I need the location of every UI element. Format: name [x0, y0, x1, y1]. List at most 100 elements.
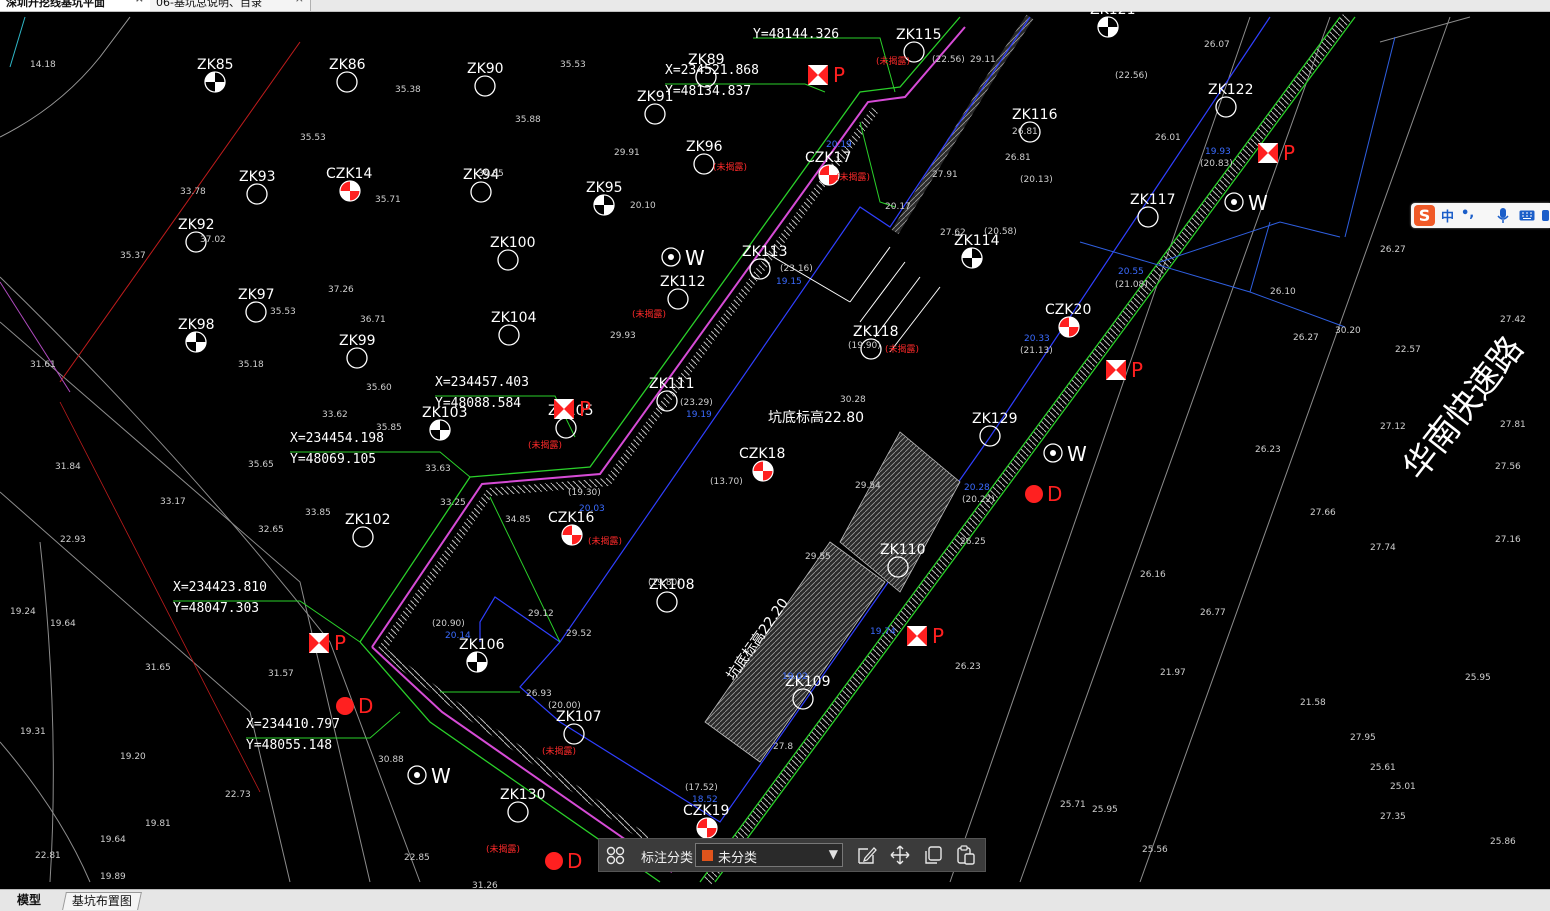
svg-text:26.81: 26.81: [1005, 153, 1031, 163]
pump-marker: P: [309, 631, 346, 655]
svg-text:26.27: 26.27: [1293, 333, 1319, 343]
svg-text:(未揭露): (未揭露): [713, 161, 747, 173]
tab-model[interactable]: 模型: [10, 892, 48, 909]
svg-text:25.01: 25.01: [1390, 782, 1416, 792]
cad-drawing[interactable]: ZK85 ZK86 ZK89ZK90ZK91ZK93 ZK94ZK95ZK96ZK92…: [0, 11, 1550, 889]
well-marker-dot: [414, 772, 420, 778]
paste-icon[interactable]: [955, 844, 977, 866]
probe-quadrant: [763, 461, 773, 471]
probe-czk19: CZK19: [683, 803, 729, 839]
ime-logo[interactable]: S: [1414, 205, 1435, 226]
ime-mode-toggle[interactable]: 中: [1441, 206, 1454, 225]
svg-text:(21.13): (21.13): [1020, 346, 1053, 356]
borehole-quadrant-fill: [594, 195, 604, 205]
probe-quadrant: [350, 181, 360, 191]
well-marker-letter: W: [1248, 191, 1268, 215]
pump-marker-letter: P: [579, 397, 591, 421]
keyboard-icon[interactable]: [1519, 210, 1535, 221]
borehole-label: ZK95: [586, 180, 623, 196]
close-icon[interactable]: ×: [295, 0, 304, 7]
borehole-symbol: [497, 249, 519, 271]
borehole-symbol: [693, 153, 715, 175]
svg-text:31.57: 31.57: [268, 669, 294, 679]
svg-text:36.85: 36.85: [478, 169, 504, 179]
svg-text:(20.58): (20.58): [984, 227, 1017, 237]
pit-bottom-label: 坑底标高22.80: [768, 409, 864, 426]
svg-text:25.56: 25.56: [1142, 845, 1168, 855]
probe-quadrant: [697, 828, 707, 838]
svg-text:35.85: 35.85: [376, 423, 402, 433]
annotation-category-label: 标注分类: [641, 851, 694, 866]
svg-text:(20.83): (20.83): [1200, 159, 1233, 169]
svg-text:26.77: 26.77: [1200, 608, 1226, 618]
borehole-quadrant-fill: [604, 205, 614, 215]
svg-text:(未揭露): (未揭露): [836, 171, 870, 183]
edit-icon[interactable]: [856, 844, 878, 866]
svg-text:27.91: 27.91: [932, 170, 958, 180]
tab-foundation-layout[interactable]: 基坑布置图: [62, 892, 142, 910]
borehole-quadrant-fill: [467, 652, 477, 662]
coordinate-text: X=234521.868: [665, 63, 759, 78]
borehole-symbol: [474, 75, 496, 97]
settings-icon[interactable]: [1541, 209, 1550, 222]
move-icon[interactable]: [889, 844, 911, 866]
ime-punctuation-toggle[interactable]: •,: [1461, 206, 1474, 221]
borehole-zk93: ZK93: [239, 169, 276, 205]
svg-text:19.81: 19.81: [145, 819, 171, 829]
doc-tab-foundation-plan[interactable]: 深圳开挖线基坑平面 ×: [0, 0, 151, 11]
svg-text:26.25: 26.25: [960, 537, 986, 547]
microphone-icon[interactable]: [1497, 208, 1509, 224]
svg-text:30.88: 30.88: [378, 755, 404, 765]
svg-text:26.23: 26.23: [1255, 445, 1281, 455]
svg-text:20.03: 20.03: [579, 504, 605, 514]
borehole-zk99: ZK99: [339, 333, 376, 369]
svg-text:27.95: 27.95: [1350, 733, 1376, 743]
doc-tab-general-notes[interactable]: 06-基坑总说明、目录 ×: [150, 0, 311, 11]
copy-icon[interactable]: [922, 844, 944, 866]
borehole-label: ZK102: [345, 512, 391, 528]
svg-text:(19.90): (19.90): [848, 341, 881, 351]
svg-text:19.74: 19.74: [870, 627, 896, 637]
svg-text:20.14: 20.14: [445, 631, 471, 641]
borehole-symbol: [246, 183, 268, 205]
svg-text:25.95: 25.95: [1092, 805, 1118, 815]
svg-text:14.18: 14.18: [30, 60, 56, 70]
svg-text:27.74: 27.74: [1370, 543, 1396, 553]
svg-text:27.16: 27.16: [1495, 535, 1521, 545]
svg-text:19.19: 19.19: [686, 410, 712, 420]
borehole-quadrant-fill: [205, 72, 215, 82]
borehole-quadrant-fill: [430, 420, 440, 430]
svg-text:(未揭露): (未揭露): [588, 535, 622, 547]
svg-text:26.01: 26.01: [1155, 133, 1181, 143]
svg-text:(未揭露): (未揭露): [486, 843, 520, 855]
close-icon[interactable]: ×: [135, 0, 144, 7]
svg-text:27.66: 27.66: [1310, 508, 1336, 518]
pump-marker-letter: P: [833, 63, 845, 87]
coordinate-text: Y=48134.837: [665, 84, 751, 99]
svg-text:26.10: 26.10: [1270, 287, 1296, 297]
cad-drawing-canvas[interactable]: ZK85 ZK86 ZK89 ZK90 ZK91 ZK93 ZK94 ZK95 ZK96 ZK92…: [0, 11, 1550, 889]
grid-icon[interactable]: [605, 844, 627, 866]
borehole-label: ZK129: [972, 411, 1018, 427]
borehole-zk106: ZK106: [459, 637, 505, 673]
chevron-down-icon[interactable]: ▼: [829, 847, 838, 861]
svg-text:26.07: 26.07: [1204, 40, 1230, 50]
d-marker-letter: D: [1047, 482, 1062, 506]
svg-text:29.54: 29.54: [855, 481, 881, 491]
svg-text:27.35: 27.35: [1380, 812, 1406, 822]
svg-text:34.85: 34.85: [505, 515, 531, 525]
annotation-category-select[interactable]: 未分类 ▼: [695, 843, 843, 867]
probe-quadrant: [753, 471, 763, 481]
svg-text:(13.70): (13.70): [710, 477, 743, 487]
borehole-zk117: ZK117: [1130, 192, 1176, 228]
borehole-zk129: ZK129: [972, 411, 1018, 447]
well-marker-dot: [1050, 450, 1056, 456]
svg-text:20.55: 20.55: [1118, 267, 1144, 277]
ime-toolbar[interactable]: S 中 •,: [1411, 203, 1550, 228]
borehole-symbol: [667, 288, 689, 310]
svg-text:19.20: 19.20: [120, 752, 146, 762]
svg-text:(22.56): (22.56): [1115, 71, 1148, 81]
tab-foundation-layout-label: 基坑布置图: [71, 894, 132, 908]
well-marker: W: [407, 764, 451, 788]
borehole-zk98: ZK98: [178, 317, 215, 353]
